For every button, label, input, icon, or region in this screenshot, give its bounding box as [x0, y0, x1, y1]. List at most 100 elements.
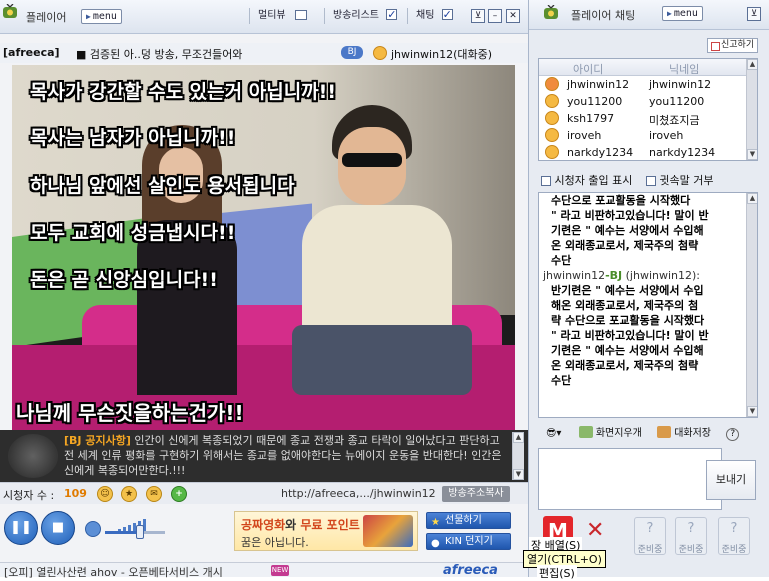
scroll-down-arrow-icon[interactable]: ▼	[513, 469, 524, 480]
broadcast-url: http://afreeca,.../jhwinwin12	[281, 487, 436, 500]
scroll-up-arrow-icon[interactable]: ▲	[513, 432, 524, 443]
clear-screen-button[interactable]: 화면지우개	[596, 428, 642, 439]
menu-item-edit[interactable]: 편집(S)	[537, 565, 577, 581]
close-button[interactable]: ✕	[506, 9, 520, 23]
chat-checkbox[interactable]	[441, 6, 453, 24]
user-row[interactable]: you11200 you11200	[539, 93, 757, 110]
man-figure	[272, 105, 472, 395]
viewer-entry-label: 시청자 출입 표시	[554, 174, 633, 187]
recommend-icon[interactable]: ☺	[97, 486, 113, 502]
chat-log-scrollbar[interactable]: ▲ ▼	[746, 193, 757, 417]
chat-collapse-button[interactable]: ⊻	[747, 7, 761, 21]
save-chat-button[interactable]: 대화저장	[674, 428, 711, 439]
star-icon: ★	[431, 517, 440, 528]
bj-notice-text: [BJ 공지사항] 인간이 신에게 복종되었기 때문에 종교 전쟁과 종교 타락…	[64, 433, 510, 478]
video-caption-4: 모두 교회에 성금냅시다!!	[30, 222, 236, 244]
video-caption-5: 돈은 곧 신앙심입니다!!	[30, 269, 218, 291]
kin-button[interactable]: ● KIN 던지기	[426, 533, 511, 550]
ad-and: 와	[285, 518, 301, 532]
pause-button[interactable]: ❚❚	[4, 511, 38, 545]
report-button[interactable]: 신고하기	[707, 38, 759, 53]
player-status-bar: [오피] 열린사산련 ahov - 오픈베타서비스 개시 NEW afreeca	[0, 562, 528, 580]
user-id: narkdy1234	[567, 146, 634, 159]
send-button[interactable]: 보내기	[706, 460, 756, 500]
player-app-title: 플레이어	[26, 11, 67, 24]
user-list-id-header[interactable]: 아이디	[573, 61, 603, 77]
status-ticker[interactable]: [오피] 열린사산련 ahov - 오픈베타서비스 개시	[4, 564, 223, 580]
chat-message-line: " 라고 비판하고있습니다! 말이 반	[551, 329, 709, 342]
scroll-down-arrow-icon[interactable]: ▼	[747, 406, 757, 417]
toggle-multiview[interactable]: 멀티뷰	[258, 7, 307, 25]
chat-input[interactable]	[538, 448, 722, 510]
chat-log[interactable]: 수단으로 포교활동을 시작했다 " 라고 비판하고있습니다! 말이 반 기련은 …	[538, 192, 758, 418]
chat-app-title: 플레이어 채팅	[571, 9, 636, 22]
sender-name: jhwinwin12	[543, 269, 606, 282]
chat-message-line: 수단으로 포교활동을 시작했다	[551, 194, 691, 207]
user-row[interactable]: iroveh iroveh	[539, 127, 757, 144]
broadcast-list-checkbox[interactable]	[386, 6, 398, 24]
viewer-entry-checkbox[interactable]	[541, 176, 551, 186]
gift-star-icon[interactable]: ★	[121, 486, 137, 502]
user-id: you11200	[567, 95, 623, 108]
user-row[interactable]: narkdy1234 narkdy1234	[539, 144, 757, 160]
scroll-up-arrow-icon[interactable]: ▲	[747, 193, 757, 204]
tv-logo-icon	[3, 4, 17, 18]
user-nickname: you11200	[649, 95, 705, 108]
help-icon[interactable]: ?	[726, 428, 740, 441]
user-face-icon	[545, 128, 559, 142]
ad-banner[interactable]: 공짜영화와 무료 포인트 꿈은 아닙니다.	[234, 511, 418, 551]
player-menu-button[interactable]: ▶ menu	[81, 9, 122, 24]
emoticon-icon[interactable]: 😎▾	[546, 428, 561, 439]
woman-figure	[127, 125, 247, 395]
add-favorite-icon[interactable]: +	[171, 486, 187, 502]
man-jeans	[292, 325, 472, 395]
bj-notice-label: [BJ 공지사항]	[64, 434, 131, 447]
chat-message-line: 온 외래종교로서, 제국주의 첨략	[551, 359, 699, 372]
app-slot[interactable]: ? 준비중	[718, 517, 750, 555]
gift-button[interactable]: ★ 선물하기	[426, 512, 511, 529]
user-row[interactable]: ksh1797 미쳤죠지금	[539, 110, 757, 127]
bj-face-icon	[545, 77, 559, 91]
ad-image	[363, 515, 413, 547]
divider	[249, 8, 250, 24]
collapse-button[interactable]: ⊻	[471, 9, 485, 23]
toggle-chat[interactable]: 채팅	[416, 6, 453, 25]
viewer-bar: 시청자 수 : 109 ☺ ★ ✉ + http://afreeca,.../j…	[0, 482, 528, 504]
multiview-checkbox[interactable]	[294, 10, 307, 20]
tv-logo-icon	[544, 5, 558, 19]
volume-knob[interactable]	[136, 525, 144, 539]
channel-name: [afreeca]	[3, 46, 60, 59]
user-list-nick-header[interactable]: 닉네임	[669, 61, 699, 77]
whisper-block-checkbox[interactable]	[645, 176, 656, 186]
stop-button[interactable]: ■	[41, 511, 75, 545]
user-face-icon	[545, 94, 559, 108]
copy-url-button[interactable]: 방송주소복사	[442, 486, 510, 502]
video-frame[interactable]: 목사가 강간할 수도 있는거 아닙니까!! 목사는 남자가 아닙니까!! 하나님…	[12, 65, 515, 430]
kin-button-label: KIN 던지기	[445, 536, 493, 547]
woman-body	[137, 220, 237, 395]
app-slot[interactable]: ? 준비중	[675, 517, 707, 555]
user-id: jhwinwin12	[567, 78, 630, 91]
chat-sender-line[interactable]: jhwinwin12-BJ (jhwinwin12):	[539, 268, 757, 283]
chat-message-line: " 라고 비판하고있습니다! 말이 반	[551, 209, 709, 222]
puzzle-icon: ?	[687, 521, 695, 536]
broadcaster-user[interactable]: jhwinwin12(대화중)	[391, 46, 492, 62]
user-list-scrollbar[interactable]: ▲ ▼	[746, 59, 757, 160]
chat-menu-button[interactable]: ▶ menu	[662, 6, 703, 21]
notice-scrollbar[interactable]: ▲ ▼	[512, 432, 524, 480]
minimize-button[interactable]: –	[488, 9, 502, 23]
chat-message-line: 해온 외래종교로서, 제국주의 첨	[551, 299, 699, 312]
user-row[interactable]: jhwinwin12 jhwinwin12	[539, 76, 757, 93]
scroll-down-arrow-icon[interactable]: ▼	[747, 149, 757, 160]
mail-icon[interactable]: ✉	[146, 486, 162, 502]
user-nickname: 미쳤죠지금	[649, 114, 700, 127]
video-caption-bottom: 나님께 무슨짓을하는건가!!	[16, 401, 244, 425]
toggle-multiview-label: 멀티뷰	[258, 10, 286, 21]
speaker-icon[interactable]	[85, 521, 101, 537]
chat-menu-label: menu	[673, 8, 698, 19]
scroll-up-arrow-icon[interactable]: ▲	[747, 59, 757, 70]
volume-slider[interactable]	[105, 531, 165, 534]
user-nickname: narkdy1234	[649, 146, 716, 159]
toggle-broadcast-list[interactable]: 방송리스트	[333, 6, 398, 25]
puzzle-icon: ?	[646, 521, 654, 536]
